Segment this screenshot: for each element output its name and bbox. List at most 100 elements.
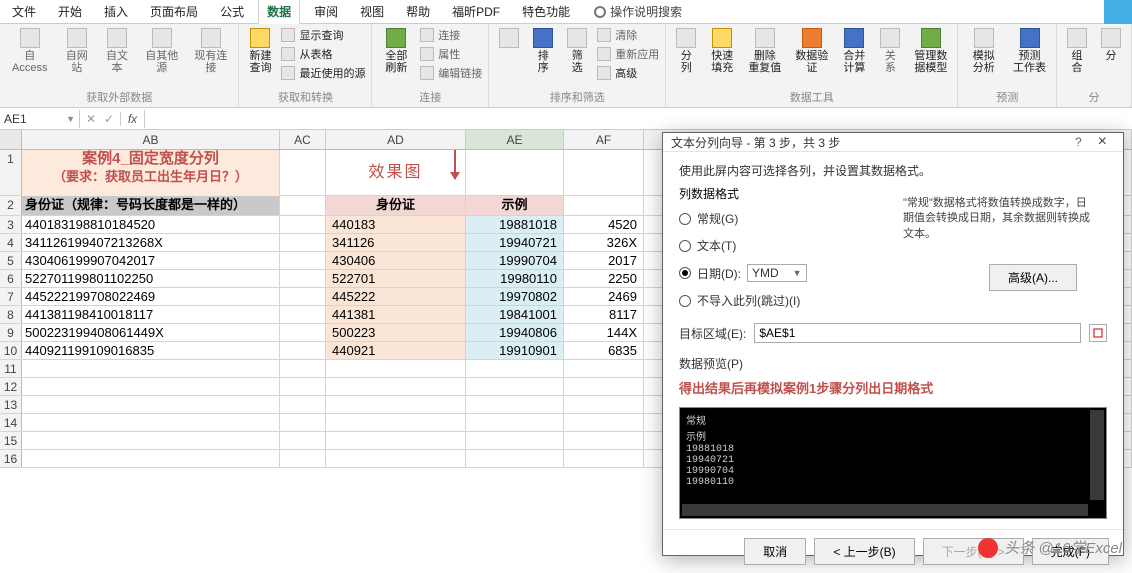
- row-header[interactable]: 10: [0, 342, 22, 359]
- cell[interactable]: 341126199407213268X: [22, 234, 280, 251]
- select-all-corner[interactable]: [0, 130, 22, 149]
- cell[interactable]: 522701: [326, 270, 466, 287]
- flash-fill-button[interactable]: 快速填充: [706, 26, 738, 76]
- advanced-button[interactable]: 高级(A)...: [989, 264, 1077, 291]
- fx-button[interactable]: fx: [121, 110, 145, 128]
- preview-scrollbar[interactable]: [1090, 410, 1104, 500]
- remove-duplicates-button[interactable]: 删除 重复值: [744, 26, 785, 76]
- cell[interactable]: [466, 360, 564, 377]
- cell[interactable]: 身份证: [326, 196, 466, 215]
- cell[interactable]: [326, 378, 466, 395]
- from-other-sources-button[interactable]: 自其他源: [140, 26, 183, 76]
- cell[interactable]: [280, 450, 326, 467]
- cell[interactable]: [564, 196, 644, 215]
- row-header[interactable]: 14: [0, 414, 22, 431]
- cell[interactable]: 326X: [564, 234, 644, 251]
- subtotal-button[interactable]: 分: [1097, 26, 1125, 64]
- cell[interactable]: [280, 252, 326, 269]
- clear-filter-button[interactable]: 清除: [597, 26, 659, 44]
- properties-button[interactable]: 属性: [420, 45, 482, 63]
- cell[interactable]: 500223199408061449X: [22, 324, 280, 341]
- row-header[interactable]: 12: [0, 378, 22, 395]
- tab-formulas[interactable]: 公式: [212, 0, 252, 23]
- cell[interactable]: [280, 196, 326, 215]
- row-header[interactable]: 9: [0, 324, 22, 341]
- cell[interactable]: 440921: [326, 342, 466, 359]
- name-box[interactable]: AE1▼: [0, 110, 80, 128]
- tab-insert[interactable]: 插入: [96, 0, 136, 23]
- text-to-columns-button[interactable]: 分列: [672, 26, 700, 76]
- cell[interactable]: 440183: [326, 216, 466, 233]
- tab-file[interactable]: 文件: [4, 0, 44, 23]
- col-header[interactable]: AB: [22, 130, 280, 149]
- tab-help[interactable]: 帮助: [398, 0, 438, 23]
- row-header[interactable]: 4: [0, 234, 22, 251]
- tab-review[interactable]: 审阅: [306, 0, 346, 23]
- refresh-all-button[interactable]: 全部刷新: [378, 26, 414, 76]
- recent-sources-button[interactable]: 最近使用的源: [281, 64, 365, 82]
- from-web-button[interactable]: 自网站: [60, 26, 94, 76]
- cell[interactable]: 19881018: [466, 216, 564, 233]
- tab-special[interactable]: 特色功能: [514, 0, 578, 23]
- destination-input[interactable]: [754, 323, 1081, 343]
- cell[interactable]: 示例: [466, 196, 564, 215]
- cell[interactable]: [280, 270, 326, 287]
- existing-connections-button[interactable]: 现有连接: [189, 26, 232, 76]
- cell[interactable]: [280, 432, 326, 449]
- cell[interactable]: [466, 150, 564, 195]
- back-button[interactable]: < 上一步(B): [814, 538, 914, 565]
- cell[interactable]: [280, 234, 326, 251]
- cell[interactable]: 4520: [564, 216, 644, 233]
- cell[interactable]: 19970802: [466, 288, 564, 305]
- preview-hscrollbar[interactable]: [682, 504, 1088, 516]
- cell[interactable]: 2017: [564, 252, 644, 269]
- cell[interactable]: 19990704: [466, 252, 564, 269]
- cell[interactable]: 430406199907042017: [22, 252, 280, 269]
- cell[interactable]: [326, 414, 466, 431]
- cell[interactable]: 440183198810184520: [22, 216, 280, 233]
- radio-skip[interactable]: 不导入此列(跳过)(I): [679, 290, 1107, 311]
- relationships-button[interactable]: 关系: [876, 26, 904, 76]
- data-preview[interactable]: 常规 示例 19881018 19940721 19990704 1998011…: [679, 407, 1107, 519]
- cell[interactable]: [564, 396, 644, 413]
- row-header[interactable]: 5: [0, 252, 22, 269]
- row-header[interactable]: 3: [0, 216, 22, 233]
- range-picker-button[interactable]: [1089, 324, 1107, 342]
- enter-formula-icon[interactable]: ✓: [102, 112, 116, 126]
- cell[interactable]: 19910901: [466, 342, 564, 359]
- row-header[interactable]: 1: [0, 150, 22, 195]
- cell[interactable]: [280, 306, 326, 323]
- reapply-button[interactable]: 重新应用: [597, 45, 659, 63]
- row-header[interactable]: 15: [0, 432, 22, 449]
- sort-button[interactable]: 排序: [529, 26, 557, 76]
- row-header[interactable]: 16: [0, 450, 22, 467]
- cell[interactable]: [280, 324, 326, 341]
- cell[interactable]: [564, 150, 644, 195]
- cell[interactable]: [280, 150, 326, 195]
- cell[interactable]: 144X: [564, 324, 644, 341]
- cell[interactable]: 2250: [564, 270, 644, 287]
- cell[interactable]: [564, 450, 644, 467]
- cell[interactable]: 效果图: [326, 150, 466, 196]
- formula-bar[interactable]: [145, 117, 1132, 121]
- cell[interactable]: 19940721: [466, 234, 564, 251]
- cell[interactable]: 19841001: [466, 306, 564, 323]
- new-query-button[interactable]: 新建 查询: [245, 26, 275, 76]
- close-button[interactable]: ×: [1090, 133, 1115, 151]
- col-header[interactable]: AC: [280, 130, 326, 149]
- cell[interactable]: [564, 414, 644, 431]
- data-validation-button[interactable]: 数据验 证: [791, 26, 832, 76]
- cell[interactable]: 2469: [564, 288, 644, 305]
- cell[interactable]: 441381198410018117: [22, 306, 280, 323]
- consolidate-button[interactable]: 合并计算: [838, 26, 870, 76]
- connections-button[interactable]: 连接: [420, 26, 482, 44]
- tab-view[interactable]: 视图: [352, 0, 392, 23]
- cancel-formula-icon[interactable]: ✕: [84, 112, 98, 126]
- cell[interactable]: [326, 450, 466, 467]
- cell[interactable]: [22, 360, 280, 377]
- cell[interactable]: 19940806: [466, 324, 564, 341]
- cell[interactable]: [564, 432, 644, 449]
- cell[interactable]: 441381: [326, 306, 466, 323]
- cell[interactable]: 500223: [326, 324, 466, 341]
- data-model-button[interactable]: 管理数 据模型: [910, 26, 951, 76]
